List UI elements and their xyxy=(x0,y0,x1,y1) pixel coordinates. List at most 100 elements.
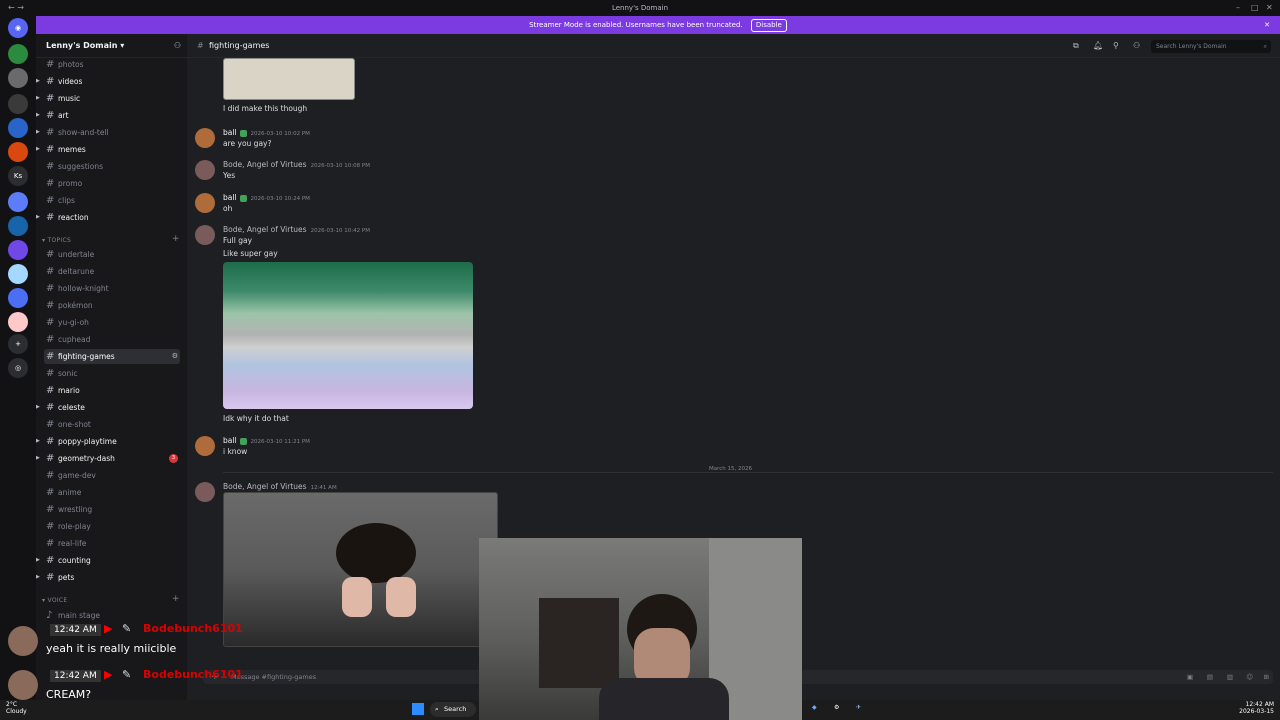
sidebar-item-promo[interactable]: # promo xyxy=(44,176,180,191)
caret-icon[interactable]: ▶ xyxy=(36,91,40,106)
sidebar-item-poppy-playtime[interactable]: ▶ # poppy-playtime xyxy=(36,434,180,449)
server-icon[interactable] xyxy=(8,118,28,138)
flag-image[interactable] xyxy=(223,262,473,409)
gif-icon[interactable]: ▤ xyxy=(1207,670,1213,684)
server-icon[interactable] xyxy=(8,44,28,64)
apps-icon[interactable]: ⊞ xyxy=(1264,670,1269,684)
members-icon[interactable]: ⚇ xyxy=(1133,34,1140,58)
sidebar-item-real-life[interactable]: # real-life xyxy=(44,536,180,551)
sidebar-item-celeste[interactable]: ▶ # celeste xyxy=(36,400,180,415)
gift-icon[interactable]: ▣ xyxy=(1187,670,1193,684)
add-member-icon[interactable]: ⚇ xyxy=(174,34,181,58)
username[interactable]: ball xyxy=(223,193,237,202)
sidebar-item-show-and-tell[interactable]: ▶ # show-and-tell xyxy=(36,125,180,140)
username[interactable]: ball xyxy=(223,436,237,445)
sidebar-item-memes[interactable]: ▶ # memes xyxy=(36,142,180,157)
weather-widget[interactable]: 2°C Cloudy xyxy=(6,701,27,715)
sidebar-item-fighting-games[interactable]: # fighting-games ⚙ xyxy=(44,349,180,364)
server-icon[interactable] xyxy=(8,94,28,114)
banner-close-icon[interactable]: ✕ xyxy=(1264,16,1270,34)
server-icon[interactable]: Ks xyxy=(8,166,28,186)
caret-icon[interactable]: ▶ xyxy=(36,142,40,157)
avatar[interactable] xyxy=(195,482,215,502)
username[interactable]: Bode, Angel of Virtues xyxy=(223,160,307,169)
sidebar-item-pets[interactable]: ▶ # pets xyxy=(36,570,180,585)
add-voice-channel-icon[interactable]: + xyxy=(172,594,180,604)
back-icon[interactable]: ← → xyxy=(8,3,24,12)
caret-icon[interactable]: ▶ xyxy=(36,553,40,568)
sidebar-item-art[interactable]: ▶ # art xyxy=(36,108,180,123)
sidebar-item-reaction[interactable]: ▶ # reaction xyxy=(36,210,180,225)
settings-icon[interactable]: ⚙ xyxy=(172,349,178,364)
caret-icon[interactable]: ▶ xyxy=(36,210,40,225)
sidebar-item-sonic[interactable]: # sonic xyxy=(44,366,180,381)
server-icon[interactable] xyxy=(8,264,28,284)
minimize-icon[interactable]: – xyxy=(1236,3,1240,12)
server-icon[interactable] xyxy=(8,288,28,308)
threads-icon[interactable]: ⧉ xyxy=(1073,34,1079,58)
sidebar-item-pokémon[interactable]: # pokémon xyxy=(44,298,180,313)
sidebar-item-anime[interactable]: # anime xyxy=(44,485,180,500)
server-icon[interactable] xyxy=(8,142,28,162)
sidebar-item-hollow-knight[interactable]: # hollow-knight xyxy=(44,281,180,296)
caret-icon[interactable]: ▶ xyxy=(36,570,40,585)
bell-icon[interactable]: 🔔︎ xyxy=(1093,34,1103,58)
voice-category[interactable]: ▾ VOICE xyxy=(42,597,68,604)
voice-channel[interactable]: ♪ main stage xyxy=(44,608,180,623)
sidebar-item-geometry-dash[interactable]: ▶ # geometry-dash 3 xyxy=(36,451,180,466)
discord-home-icon[interactable]: ◉ xyxy=(8,18,28,38)
sidebar-item-deltarune[interactable]: # deltarune xyxy=(44,264,180,279)
caret-icon[interactable]: ▶ xyxy=(36,74,40,89)
avatar[interactable] xyxy=(195,225,215,245)
sidebar-item-photos[interactable]: # photos xyxy=(44,57,180,72)
discover-icon[interactable]: ◎ xyxy=(8,358,28,378)
avatar[interactable] xyxy=(195,436,215,456)
server-icon[interactable] xyxy=(8,68,28,88)
sidebar-item-music[interactable]: ▶ # music xyxy=(36,91,180,106)
sidebar-item-counting[interactable]: ▶ # counting xyxy=(36,553,180,568)
taskbar-search[interactable]: ⌕ Search xyxy=(430,702,476,717)
close-icon[interactable]: ✕ xyxy=(1266,3,1273,12)
sidebar-item-suggestions[interactable]: # suggestions xyxy=(44,159,180,174)
server-icon[interactable] xyxy=(8,240,28,260)
sidebar-item-yu-gi-oh[interactable]: # yu-gi-oh xyxy=(44,315,180,330)
maximize-icon[interactable]: □ xyxy=(1251,3,1259,12)
caret-icon[interactable]: ▶ xyxy=(36,434,40,449)
sidebar-item-clips[interactable]: # clips xyxy=(44,193,180,208)
caret-icon[interactable]: ▶ xyxy=(36,400,40,415)
sidebar-item-role-play[interactable]: # role-play xyxy=(44,519,180,534)
username[interactable]: Bode, Angel of Virtues xyxy=(223,482,307,491)
caret-icon[interactable]: ▶ xyxy=(36,451,40,466)
sidebar-item-one-shot[interactable]: # one-shot xyxy=(44,417,180,432)
sidebar-item-game-dev[interactable]: # game-dev xyxy=(44,468,180,483)
add-server-icon[interactable]: + xyxy=(8,334,28,354)
windows-start-icon[interactable] xyxy=(412,703,424,715)
server-icon[interactable] xyxy=(8,192,28,212)
video-attachment[interactable] xyxy=(223,492,498,647)
sidebar-item-mario[interactable]: # mario xyxy=(44,383,180,398)
disable-button[interactable]: Disable xyxy=(750,19,787,32)
avatar[interactable] xyxy=(195,128,215,148)
caret-icon[interactable]: ▶ xyxy=(36,125,40,140)
attached-image[interactable] xyxy=(223,58,355,100)
pin-icon[interactable]: ⚲ xyxy=(1113,34,1119,58)
sidebar-item-wrestling[interactable]: # wrestling xyxy=(44,502,180,517)
server-icon[interactable] xyxy=(8,216,28,236)
username[interactable]: ball xyxy=(223,128,237,137)
sticker-icon[interactable]: ▥ xyxy=(1227,670,1233,684)
username[interactable]: Bode, Angel of Virtues xyxy=(223,225,307,234)
sidebar-item-cuphead[interactable]: # cuphead xyxy=(44,332,180,347)
topics-category[interactable]: ▾ TOPICS xyxy=(42,237,71,244)
caret-icon[interactable]: ▶ xyxy=(36,108,40,123)
app-icon[interactable]: ◆ xyxy=(812,704,817,711)
avatar[interactable] xyxy=(195,160,215,180)
server-icon[interactable] xyxy=(8,312,28,332)
emoji-icon[interactable]: ☺ xyxy=(1246,670,1253,684)
sidebar-item-videos[interactable]: ▶ # videos xyxy=(36,74,180,89)
sidebar-item-undertale[interactable]: # undertale xyxy=(44,247,180,262)
search-input[interactable]: Search Lenny's Domain ⌕ xyxy=(1151,40,1271,53)
avatar[interactable] xyxy=(195,193,215,213)
clock[interactable]: 12:42 AM 2026-03-15 xyxy=(1239,701,1274,715)
app-icon[interactable]: ⚙ xyxy=(834,704,839,711)
add-channel-icon[interactable]: + xyxy=(172,234,180,244)
